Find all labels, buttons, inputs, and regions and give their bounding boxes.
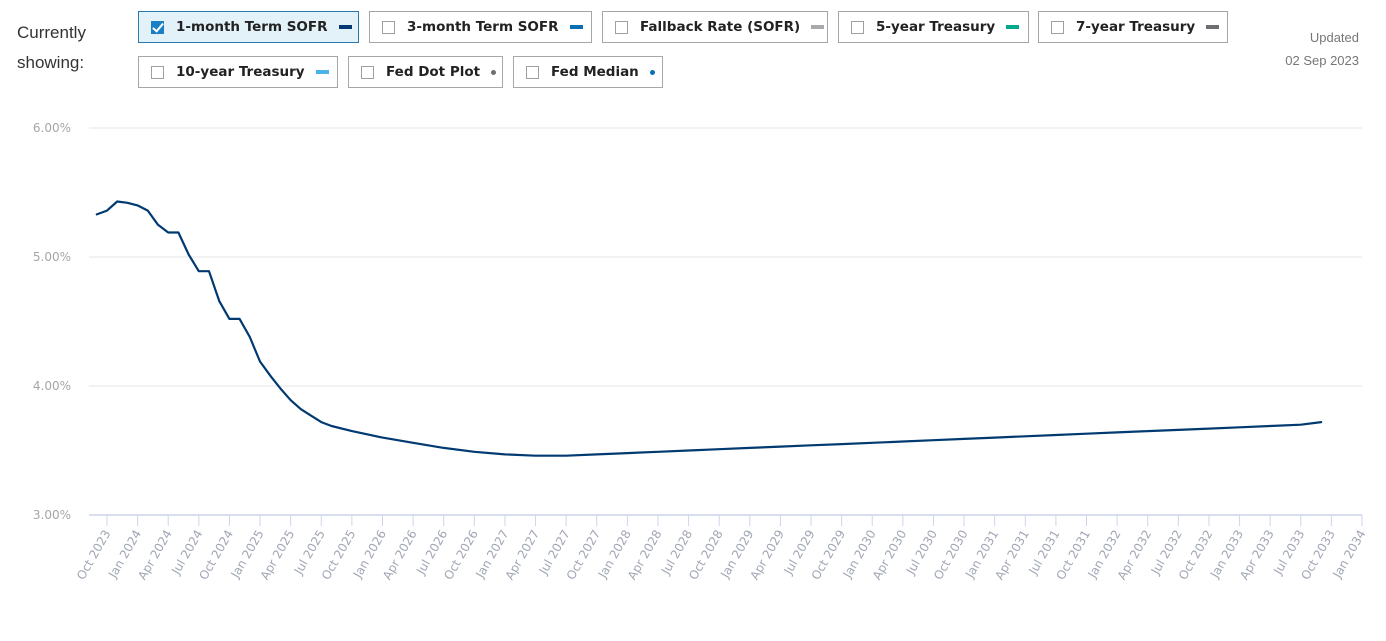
data-point[interactable] [308,413,314,419]
data-point[interactable] [502,451,508,457]
data-point[interactable] [257,358,263,364]
data-point[interactable] [869,440,875,446]
data-point[interactable] [349,428,355,434]
data-point[interactable] [379,435,385,441]
y-tick-label: 6.00% [33,121,71,135]
data-point[interactable] [288,397,294,403]
data-point[interactable] [410,440,416,446]
data-point[interactable] [186,251,192,257]
data-point[interactable] [1206,426,1212,432]
data-point[interactable] [961,436,967,442]
data-point[interactable] [247,334,253,340]
data-point[interactable] [1084,431,1090,437]
data-point[interactable] [655,449,661,455]
data-point[interactable] [900,438,906,444]
data-point[interactable] [145,208,151,214]
data-point[interactable] [328,423,334,429]
data-point[interactable] [1298,422,1304,428]
data-point[interactable] [155,222,161,228]
data-point[interactable] [1175,427,1181,433]
data-point[interactable] [216,298,222,304]
rate-chart: 3.00% 4.00% 5.00% 6.00% Oct 2023Jan 2024Apr… [33,121,1369,582]
data-point[interactable] [104,208,110,214]
data-point[interactable] [624,450,630,456]
y-axis: 3.00% 4.00% 5.00% 6.00% [33,121,71,522]
data-point[interactable] [594,451,600,457]
data-point[interactable] [267,373,273,379]
data-point[interactable] [206,268,212,274]
data-point[interactable] [226,316,232,322]
data-point[interactable] [808,442,814,448]
data-point[interactable] [533,453,539,459]
data-point[interactable] [318,419,324,425]
data-point[interactable] [686,448,692,454]
data-point[interactable] [114,199,120,205]
data-point[interactable] [839,441,845,447]
data-point[interactable] [930,437,936,443]
data-point[interactable] [135,202,141,208]
y-tick-label: 5.00% [33,250,71,264]
data-point[interactable] [1318,419,1324,425]
series-line-1-month-term-sofr[interactable] [95,200,1323,457]
data-point[interactable] [277,386,283,392]
data-point[interactable] [1053,432,1059,438]
data-point[interactable] [1145,428,1151,434]
y-tick-label: 4.00% [33,379,71,393]
data-point[interactable] [1114,429,1120,435]
data-point[interactable] [563,453,569,459]
data-point[interactable] [992,435,998,441]
data-point[interactable] [777,444,783,450]
data-point[interactable] [298,406,304,412]
data-point[interactable] [1237,424,1243,430]
y-gridlines [89,127,1362,387]
series-lines [94,199,1324,459]
x-axis: Oct 2023Jan 2024Apr 2024Jul 2024Oct 2024… [74,514,1369,582]
data-point[interactable] [1267,423,1273,429]
data-point[interactable] [124,200,130,206]
data-point[interactable] [441,445,447,451]
data-point[interactable] [747,445,753,451]
data-point[interactable] [471,449,477,455]
data-point[interactable] [1022,433,1028,439]
data-point[interactable] [175,229,181,235]
data-point[interactable] [196,268,202,274]
data-point[interactable] [716,446,722,452]
data-point[interactable] [237,316,243,322]
y-tick-label: 3.00% [33,508,71,522]
data-point[interactable] [165,229,171,235]
data-point[interactable] [94,211,100,217]
